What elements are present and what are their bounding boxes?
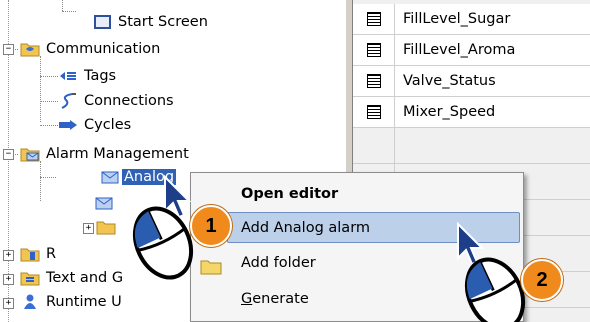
folder-icon bbox=[20, 245, 40, 263]
tree-connector bbox=[40, 76, 58, 77]
table-row[interactable]: FillLevel_Sugar bbox=[353, 4, 590, 35]
tree-connector bbox=[40, 56, 41, 122]
table-row[interactable]: Valve_Status bbox=[353, 66, 590, 97]
tree-item-text-graphic[interactable]: Text and G bbox=[20, 267, 123, 289]
mnemonic-letter: G bbox=[241, 291, 253, 307]
tree-connector bbox=[40, 177, 56, 178]
tree-connector bbox=[40, 101, 58, 102]
row-grip[interactable] bbox=[353, 35, 395, 65]
menu-item-label: Add folder bbox=[241, 255, 316, 271]
tree-item-label: Communication bbox=[46, 41, 161, 57]
tree-connector bbox=[40, 125, 58, 126]
cursor-arrow-icon bbox=[457, 222, 485, 266]
table-row[interactable]: Mixer_Speed bbox=[353, 97, 590, 128]
tree-item-runtime-user[interactable]: Runtime U bbox=[20, 291, 122, 313]
menu-item-label-rest: enerate bbox=[252, 291, 309, 307]
empty-table-row bbox=[353, 128, 590, 164]
expand-toggle[interactable]: + bbox=[3, 298, 14, 309]
discrete-alarms-icon bbox=[94, 194, 114, 212]
connections-icon bbox=[58, 92, 78, 110]
table-cell[interactable]: FillLevel_Aroma bbox=[395, 35, 590, 65]
row-handle-icon bbox=[367, 12, 381, 26]
tree-item-label: Start Screen bbox=[118, 14, 208, 30]
tree-item-label: Connections bbox=[84, 93, 174, 109]
tree-item-alarm-management[interactable]: Alarm Management bbox=[20, 143, 189, 165]
row-grip[interactable] bbox=[353, 4, 395, 34]
tree-item-label: Runtime U bbox=[46, 294, 122, 310]
mouse-icon bbox=[132, 206, 194, 280]
runtime-user-icon bbox=[20, 293, 40, 311]
expand-toggle[interactable]: + bbox=[3, 250, 14, 261]
tree-connector bbox=[62, 11, 76, 12]
row-handle-icon bbox=[367, 105, 381, 119]
folder-icon bbox=[96, 218, 116, 236]
tree-item-subfolder[interactable] bbox=[96, 216, 116, 238]
alarm-management-folder-icon bbox=[20, 145, 40, 163]
tree-item-r[interactable]: R bbox=[20, 243, 56, 265]
tree-item-cycles[interactable]: Cycles bbox=[58, 114, 131, 136]
row-grip[interactable] bbox=[353, 66, 395, 96]
tree-item-start-screen[interactable]: Start Screen bbox=[92, 11, 208, 33]
row-grip bbox=[353, 128, 395, 163]
step-badge-1: 1 bbox=[190, 205, 232, 247]
collapse-toggle[interactable]: − bbox=[3, 149, 14, 160]
analog-alarms-icon bbox=[100, 168, 120, 186]
cycles-icon bbox=[58, 116, 78, 134]
menu-item-label: Open editor bbox=[241, 186, 339, 202]
row-handle-icon bbox=[367, 43, 381, 57]
table-cell[interactable]: Valve_Status bbox=[395, 66, 590, 96]
tree-item-label: Alarm Management bbox=[46, 146, 189, 162]
tree-item-label: Tags bbox=[84, 68, 117, 84]
collapse-toggle[interactable]: − bbox=[3, 44, 14, 55]
row-handle-icon bbox=[367, 74, 381, 88]
tree-item-discrete-alarms[interactable] bbox=[94, 192, 114, 214]
tree-item-connections[interactable]: Connections bbox=[58, 90, 174, 112]
communication-folder-icon bbox=[20, 40, 40, 58]
tree-connector bbox=[40, 161, 41, 201]
tree-item-label: Text and G bbox=[46, 270, 124, 286]
expand-toggle[interactable]: + bbox=[83, 223, 94, 234]
step-badge-2: 2 bbox=[521, 259, 563, 301]
tree-item-communication[interactable]: Communication bbox=[20, 38, 160, 60]
tree-item-tags[interactable]: Tags bbox=[58, 65, 116, 87]
start-screen-icon bbox=[92, 13, 112, 31]
tags-icon bbox=[58, 67, 78, 85]
table-row[interactable]: FillLevel_Aroma bbox=[353, 35, 590, 66]
tree-item-label: Cycles bbox=[84, 117, 132, 133]
table-cell[interactable]: Mixer_Speed bbox=[395, 97, 590, 127]
table-cell[interactable]: FillLevel_Sugar bbox=[395, 4, 590, 34]
menu-item-open-editor[interactable]: Open editor bbox=[191, 177, 523, 211]
menu-item-label: Generate bbox=[241, 282, 309, 316]
menu-item-label: Add Analog alarm bbox=[241, 220, 371, 236]
row-grip[interactable] bbox=[353, 97, 395, 127]
folder-icon bbox=[20, 269, 40, 287]
expand-toggle[interactable]: + bbox=[3, 274, 14, 285]
tree-item-label: R bbox=[46, 246, 57, 262]
tree-connector bbox=[62, 0, 63, 11]
